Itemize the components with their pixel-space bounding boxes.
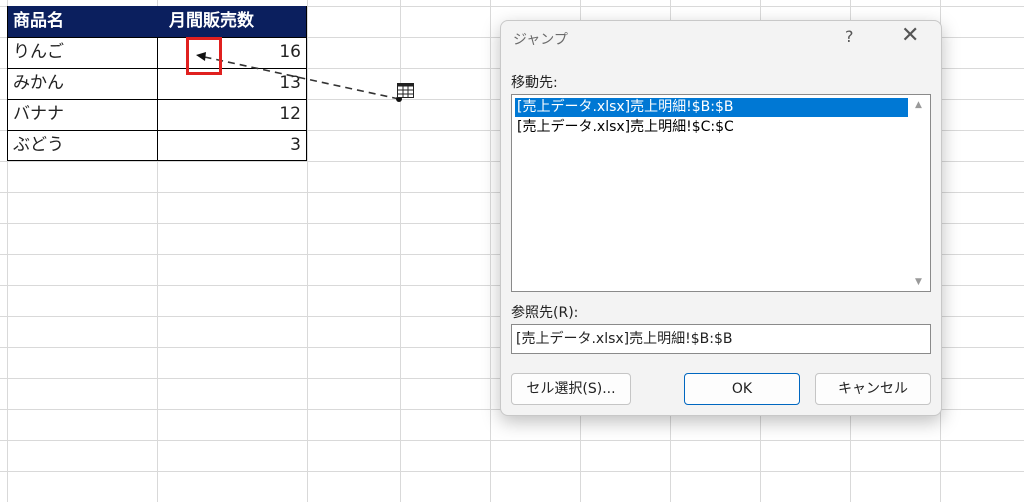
reference-label: 参照先(R):: [511, 305, 579, 321]
close-icon[interactable]: ✕: [901, 23, 919, 48]
cancel-button[interactable]: キャンセル: [815, 373, 931, 405]
dialog-title: ジャンプ: [513, 32, 568, 48]
worksheet-icon: [397, 83, 414, 98]
ok-button[interactable]: OK: [684, 373, 800, 405]
scroll-down-icon[interactable]: ▼: [915, 277, 922, 287]
list-item[interactable]: [売上データ.xlsx]売上明細!$C:$C: [515, 118, 736, 137]
goto-label: 移動先:: [511, 75, 558, 91]
highlight-box: [186, 37, 222, 75]
reference-input[interactable]: [売上データ.xlsx]売上明細!$B:$B: [511, 324, 931, 354]
scroll-up-icon[interactable]: ▲: [915, 100, 922, 110]
special-button[interactable]: セル選択(S)...: [511, 373, 631, 405]
help-icon[interactable]: ?: [845, 27, 854, 46]
list-item[interactable]: [売上データ.xlsx]売上明細!$B:$B: [515, 98, 908, 117]
goto-listbox[interactable]: [売上データ.xlsx]売上明細!$B:$B [売上データ.xlsx]売上明細!…: [511, 94, 931, 292]
goto-dialog: ジャンプ ? ✕ 移動先: [売上データ.xlsx]売上明細!$B:$B [売上…: [500, 20, 942, 416]
